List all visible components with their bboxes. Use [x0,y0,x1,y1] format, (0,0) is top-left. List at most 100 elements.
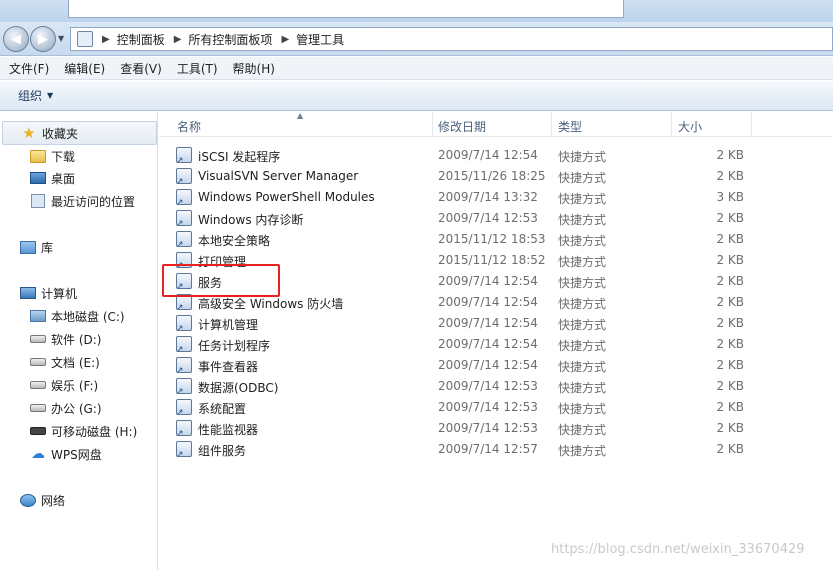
menu-file[interactable]: 文件(F) [9,60,49,77]
file-row[interactable]: Windows 内存诊断 2009/7/14 12:53 快捷方式 2 KB [173,208,773,229]
drive-icon [30,331,46,347]
file-type: 快捷方式 [558,381,607,395]
file-type: 快捷方式 [558,276,607,290]
nav-drive-e-label: 文档 (E:) [51,355,100,370]
breadcrumb-separator-icon[interactable]: ▶ [281,34,289,45]
menu-edit[interactable]: 编辑(E) [64,60,105,77]
back-button[interactable]: ◀ [3,26,29,52]
organize-dropdown-icon[interactable]: ▼ [47,91,53,100]
breadcrumb-all-items[interactable]: 所有控制面板项 [188,31,272,48]
nav-drive-g-label: 办公 (G:) [51,401,102,416]
file-row[interactable]: 组件服务 2009/7/14 12:57 快捷方式 2 KB [173,439,773,460]
nav-drive-e[interactable]: 文档 (E:) [30,352,100,372]
nav-network-label: 网络 [41,493,66,508]
breadcrumb-control-panel[interactable]: 控制面板 [117,31,165,48]
file-date: 2009/7/14 12:53 [438,211,538,225]
file-type: 快捷方式 [558,423,607,437]
column-header-row: ▲ 名称 修改日期 类型 大小 [159,111,833,137]
file-row[interactable]: 事件查看器 2009/7/14 12:54 快捷方式 2 KB [173,355,773,376]
file-row[interactable]: VisualSVN Server Manager 2015/11/26 18:2… [173,166,773,187]
recent-pages-dropdown-icon[interactable]: ▼ [58,34,68,44]
column-header-date[interactable]: 修改日期 [438,118,486,135]
menu-tools[interactable]: 工具(T) [177,60,218,77]
file-row[interactable]: 本地安全策略 2015/11/12 18:53 快捷方式 2 KB [173,229,773,250]
organize-button[interactable]: 组织 [18,87,42,104]
file-name: 本地安全策略 [198,234,271,248]
file-row[interactable]: 性能监视器 2009/7/14 12:53 快捷方式 2 KB [173,418,773,439]
nav-drive-c-label: 本地磁盘 (C:) [51,309,125,324]
annotation-highlight-box [162,264,280,297]
nav-downloads[interactable]: 下载 [30,146,75,166]
menu-help[interactable]: 帮助(H) [233,60,275,77]
odbc-shortcut-icon [176,378,192,397]
file-row[interactable]: Windows PowerShell Modules 2009/7/14 13:… [173,187,773,208]
file-date: 2009/7/14 12:54 [438,274,538,288]
column-header-name[interactable]: 名称 [177,118,201,135]
nav-downloads-label: 下载 [51,149,76,164]
breadcrumb-admin-tools[interactable]: 管理工具 [296,31,344,48]
nav-drive-d-label: 软件 (D:) [51,332,102,347]
file-size: 2 KB [716,379,744,393]
nav-drive-g[interactable]: 办公 (G:) [30,398,102,418]
file-name: 性能监视器 [198,423,259,437]
nav-computer-label: 计算机 [41,286,78,301]
downloads-folder-icon [30,148,46,164]
nav-computer[interactable]: 计算机 [20,283,77,303]
file-size: 2 KB [716,400,744,414]
file-name: 数据源(ODBC) [198,381,279,395]
address-bar[interactable]: ▶ 控制面板 ▶ 所有控制面板项 ▶ 管理工具 [70,27,833,51]
file-size: 2 KB [716,211,744,225]
desktop-icon [30,170,46,186]
column-divider[interactable] [432,112,433,137]
nav-favorites-label: 收藏夹 [42,126,79,141]
file-name: 高级安全 Windows 防火墙 [198,297,344,311]
breadcrumb-separator-icon[interactable]: ▶ [102,34,110,45]
nav-drive-f[interactable]: 娱乐 (F:) [30,375,98,395]
file-row[interactable]: 系统配置 2009/7/14 12:53 快捷方式 2 KB [173,397,773,418]
nav-drive-d[interactable]: 软件 (D:) [30,329,101,349]
control-panel-icon [77,31,93,47]
computer-icon [20,285,36,301]
command-bar: 组织 ▼ [0,81,833,111]
file-size: 2 KB [716,148,744,162]
star-icon: ★ [22,124,36,142]
file-type: 快捷方式 [558,360,607,374]
file-date: 2009/7/14 12:54 [438,316,538,330]
menu-bar: 文件(F) 编辑(E) 查看(V) 工具(T) 帮助(H) [0,57,833,80]
column-divider[interactable] [551,112,552,137]
column-divider[interactable] [671,112,672,137]
file-size: 3 KB [716,190,744,204]
file-row[interactable]: 数据源(ODBC) 2009/7/14 12:53 快捷方式 2 KB [173,376,773,397]
nav-network[interactable]: 网络 [20,490,65,510]
nav-drive-h[interactable]: 可移动磁盘 (H:) [30,421,137,441]
nav-libraries[interactable]: 库 [20,237,53,257]
file-row[interactable]: iSCSI 发起程序 2009/7/14 12:54 快捷方式 2 KB [173,145,773,166]
nav-favorites[interactable]: ★ 收藏夹 [2,121,157,145]
memory-diagnostic-shortcut-icon [176,210,192,229]
nav-recent-places[interactable]: 最近访问的位置 [30,191,135,211]
file-type: 快捷方式 [558,192,607,206]
file-date: 2009/7/14 13:32 [438,190,538,204]
forward-button[interactable]: ▶ [30,26,56,52]
column-header-size[interactable]: 大小 [678,118,702,135]
column-header-type[interactable]: 类型 [558,118,582,135]
file-type: 快捷方式 [558,402,607,416]
file-row[interactable]: 任务计划程序 2009/7/14 12:54 快捷方式 2 KB [173,334,773,355]
removable-drive-icon [30,423,46,439]
nav-wps-cloud[interactable]: ☁ WPS网盘 [30,444,102,464]
nav-drive-c[interactable]: 本地磁盘 (C:) [30,306,125,326]
file-name: 系统配置 [198,402,247,416]
breadcrumb-separator-icon[interactable]: ▶ [174,34,182,45]
file-row[interactable]: 计算机管理 2009/7/14 12:54 快捷方式 2 KB [173,313,773,334]
file-type: 快捷方式 [558,171,607,185]
nav-desktop[interactable]: 桌面 [30,168,75,188]
powershell-shortcut-icon [176,189,192,208]
system-config-shortcut-icon [176,399,192,418]
file-date: 2009/7/14 12:54 [438,148,538,162]
file-size: 2 KB [716,253,744,267]
file-size: 2 KB [716,295,744,309]
column-divider[interactable] [751,112,752,137]
menu-view[interactable]: 查看(V) [120,60,162,77]
drive-icon [30,377,46,393]
iscsi-shortcut-icon [176,147,192,166]
